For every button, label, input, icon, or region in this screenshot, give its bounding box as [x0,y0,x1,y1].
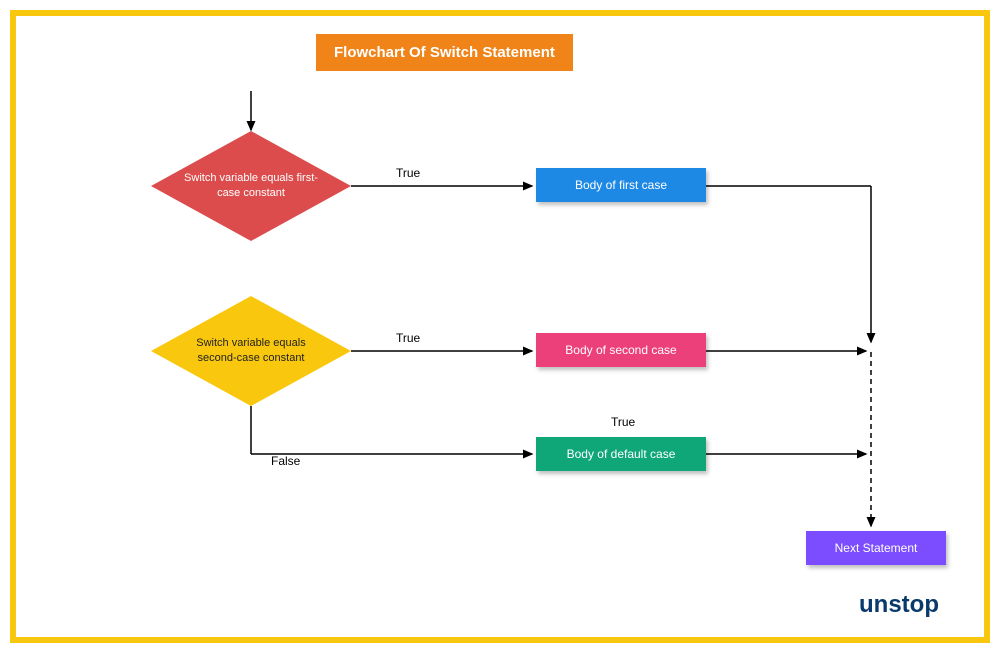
body-second-case: Body of second case [536,333,706,367]
edge-label-true-1: True [396,166,420,180]
edge-label-true-2: True [396,331,420,345]
edge-label-true-3: True [611,415,635,429]
decision-first-case: Switch variable equals first-case consta… [151,131,351,241]
body-default-case: Body of default case [536,437,706,471]
logo-prefix: un [859,591,888,618]
body-first-case: Body of first case [536,168,706,202]
diagram-title: Flowchart Of Switch Statement [316,34,573,71]
brand-logo: unstop [859,591,939,619]
next-statement: Next Statement [806,531,946,565]
logo-suffix: stop [888,591,939,618]
edge-label-false: False [271,454,300,468]
diagram-frame: Flowchart Of Switch Statement Switch var… [10,10,990,643]
decision-first-case-text: Switch variable equals first-case consta… [151,171,351,202]
decision-second-case-text: Switch variable equals second-case const… [151,336,351,367]
decision-second-case: Switch variable equals second-case const… [151,296,351,406]
